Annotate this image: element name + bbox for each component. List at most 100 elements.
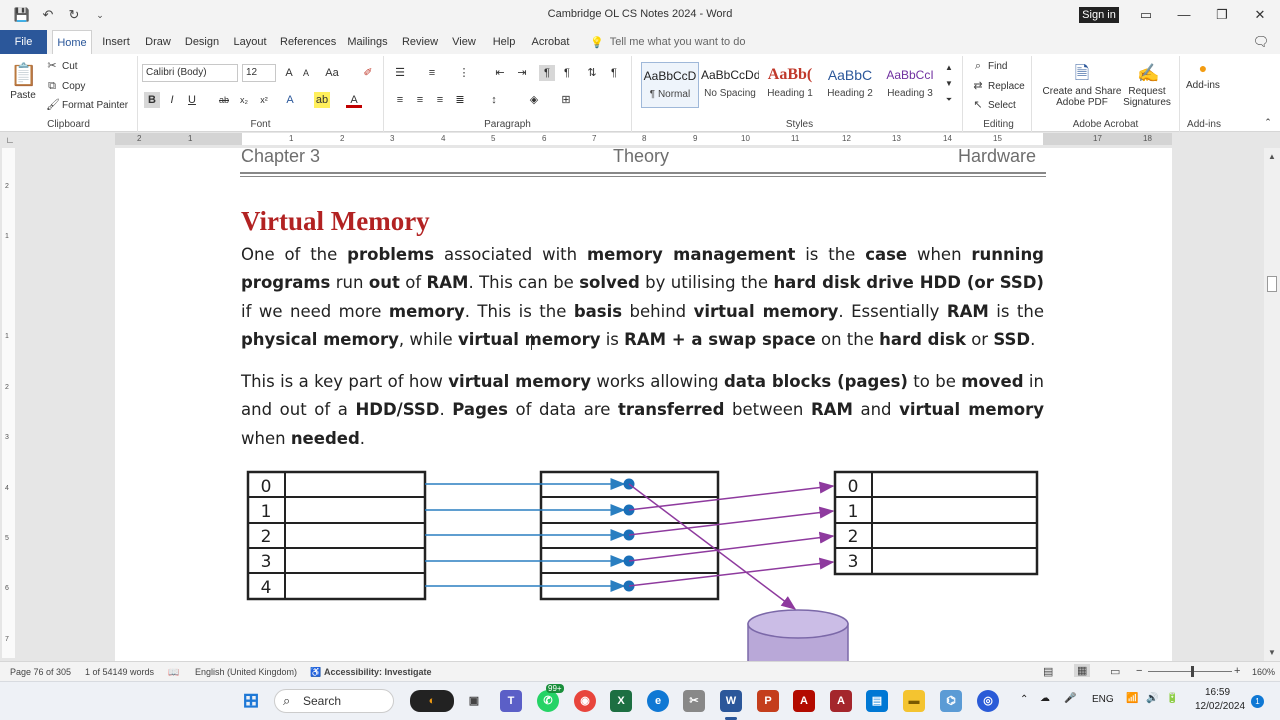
tray-overflow-icon[interactable]: ⌃ [1020, 694, 1028, 705]
paragraph-2[interactable]: This is a key part of how virtual memory… [241, 368, 1044, 453]
styles-scroll-down-icon[interactable]: ▼ [941, 76, 957, 92]
find-button[interactable]: ⌕ Find [972, 60, 1008, 72]
add-ins-button[interactable]: ● Add-ins [1186, 61, 1220, 91]
tab-home[interactable]: Home [52, 30, 92, 54]
store-icon[interactable]: ▤ [866, 690, 888, 712]
highlight-icon[interactable]: ab [314, 92, 330, 108]
task-view-icon[interactable]: ▣ [463, 690, 485, 712]
request-signatures-button[interactable]: ✍ Request Signatures [1120, 62, 1174, 108]
tab-design[interactable]: Design [183, 30, 221, 54]
document-page[interactable]: Chapter 3 Theory Hardware Virtual Memory… [115, 148, 1172, 661]
clock-time[interactable]: 16:59 [1205, 687, 1230, 698]
copy-button[interactable]: ⧉ Copy [46, 80, 85, 92]
zoom-slider[interactable] [1148, 671, 1232, 672]
bullets-icon[interactable]: ☰ [392, 65, 408, 81]
web-layout-icon[interactable]: ▭ [1110, 665, 1120, 678]
rtl-icon[interactable]: ¶ [559, 65, 575, 81]
vertical-scrollbar[interactable]: ▲ ▼ [1264, 148, 1280, 661]
volume-icon[interactable]: 🔊 [1146, 693, 1158, 704]
wifi-icon[interactable]: 📶 [1126, 693, 1138, 704]
horizontal-ruler[interactable]: 2 1 1 2 3 4 5 6 7 8 9 10 11 12 13 14 15 … [115, 133, 1172, 145]
tab-acrobat[interactable]: Acrobat [528, 30, 573, 54]
tab-draw[interactable]: Draw [142, 30, 174, 54]
align-left-icon[interactable]: ≡ [392, 92, 408, 108]
font-size-select[interactable]: 12 [242, 64, 276, 82]
acrobat-icon[interactable]: A [793, 690, 815, 712]
tell-me-box[interactable]: 💡 Tell me what you want to do [590, 34, 745, 50]
text-effects-icon[interactable]: A [282, 92, 298, 108]
sign-in-button[interactable]: Sign in [1079, 7, 1119, 23]
shading-icon[interactable]: ◈ [526, 92, 542, 108]
font-name-select[interactable]: Calibri (Body) [142, 64, 238, 82]
snipping-tool-icon[interactable]: ✂ [683, 690, 705, 712]
underline-icon[interactable]: U [184, 92, 200, 108]
print-layout-icon[interactable]: ▦ [1074, 664, 1091, 677]
scroll-thumb[interactable] [1267, 276, 1277, 292]
strikethrough-icon[interactable]: ab [216, 92, 232, 108]
notification-count[interactable]: 1 [1251, 695, 1264, 708]
borders-icon[interactable]: ⊞ [558, 92, 574, 108]
cut-button[interactable]: ✂ Cut [46, 60, 77, 72]
align-right-icon[interactable]: ≡ [432, 92, 448, 108]
scroll-up-icon[interactable]: ▲ [1267, 152, 1277, 161]
teams-icon[interactable]: T [500, 690, 522, 712]
access-icon[interactable]: A [830, 690, 852, 712]
onedrive-icon[interactable]: ☁ [1040, 693, 1050, 704]
close-icon[interactable]: ✕ [1251, 6, 1269, 24]
input-language[interactable]: ENG [1092, 694, 1114, 705]
accessibility-status[interactable]: Accessibility: Investigate [324, 667, 432, 677]
tab-review[interactable]: Review [400, 30, 440, 54]
sort-icon[interactable]: ⇅ [584, 65, 600, 81]
styles-scroll-up-icon[interactable]: ▲ [941, 60, 957, 76]
ltr-icon[interactable]: ¶ [539, 65, 555, 81]
clock-date[interactable]: 12/02/2024 [1195, 701, 1245, 712]
maximize-icon[interactable]: ❐ [1213, 6, 1231, 24]
microphone-icon[interactable]: 🎤 [1064, 693, 1076, 704]
start-icon[interactable]: ⊞ [240, 690, 262, 712]
edge-icon[interactable]: e [647, 690, 669, 712]
tab-view[interactable]: View [450, 30, 478, 54]
tab-file[interactable]: File [0, 30, 47, 54]
multilevel-list-icon[interactable]: ⋮ [456, 65, 472, 81]
font-color-icon[interactable]: A [346, 92, 362, 108]
tab-mailings[interactable]: Mailings [345, 30, 390, 54]
word-count[interactable]: 1 of 54149 words [85, 667, 154, 677]
zoom-slider-thumb[interactable] [1191, 666, 1194, 677]
taskbar-search[interactable]: ⌕ Search [274, 689, 394, 713]
language-status[interactable]: English (United Kingdom) [195, 667, 297, 677]
grow-font-icon[interactable]: A [281, 65, 297, 81]
superscript-icon[interactable]: x² [256, 92, 272, 108]
comments-icon[interactable]: 🗨 [1252, 33, 1270, 51]
zoom-out-icon[interactable]: − [1136, 665, 1142, 677]
line-spacing-icon[interactable]: ↕ [486, 92, 502, 108]
create-share-pdf-button[interactable]: 🗎 Create and Share Adobe PDF [1042, 62, 1122, 108]
battery-icon[interactable]: 🔋 [1166, 693, 1178, 704]
decrease-indent-icon[interactable]: ⇤ [492, 65, 508, 81]
paste-button[interactable]: 📋 Paste [10, 62, 37, 101]
replace-button[interactable]: ⇄ Replace [972, 80, 1024, 92]
show-formatting-icon[interactable]: ¶ [606, 65, 622, 81]
copilot-icon[interactable]: ◐ [410, 690, 454, 712]
increase-indent-icon[interactable]: ⇥ [514, 65, 530, 81]
style-no-spacing[interactable]: AaBbCcDd No Spacing [701, 62, 759, 108]
zoom-in-icon[interactable]: + [1234, 665, 1240, 677]
excel-icon[interactable]: X [610, 690, 632, 712]
italic-icon[interactable]: I [164, 92, 180, 108]
vertical-ruler[interactable]: 2 1 1 2 3 4 5 6 7 [2, 148, 15, 658]
style-heading-1[interactable]: AaBb( Heading 1 [761, 62, 819, 108]
tab-selector-icon[interactable]: ∟ [2, 132, 18, 148]
style-heading-3[interactable]: AaBbCcI Heading 3 [881, 62, 939, 108]
select-button[interactable]: ↖ Select [972, 99, 1015, 111]
chrome-icon[interactable]: ◉ [574, 690, 596, 712]
align-center-icon[interactable]: ≡ [412, 92, 428, 108]
shrink-font-icon[interactable]: A [298, 65, 314, 81]
file-explorer-icon[interactable]: ▬ [903, 690, 925, 712]
tab-references[interactable]: References [280, 30, 336, 54]
zoom-app-icon[interactable]: ◎ [977, 690, 999, 712]
paragraph-1[interactable]: One of the problems associated with memo… [241, 241, 1044, 354]
whatsapp-icon[interactable]: ✆ [537, 690, 559, 712]
styles-more-icon[interactable]: ⏷ [941, 92, 957, 108]
subscript-icon[interactable]: x₂ [236, 92, 252, 108]
tab-layout[interactable]: Layout [230, 30, 270, 54]
word-icon[interactable]: W [720, 690, 742, 712]
